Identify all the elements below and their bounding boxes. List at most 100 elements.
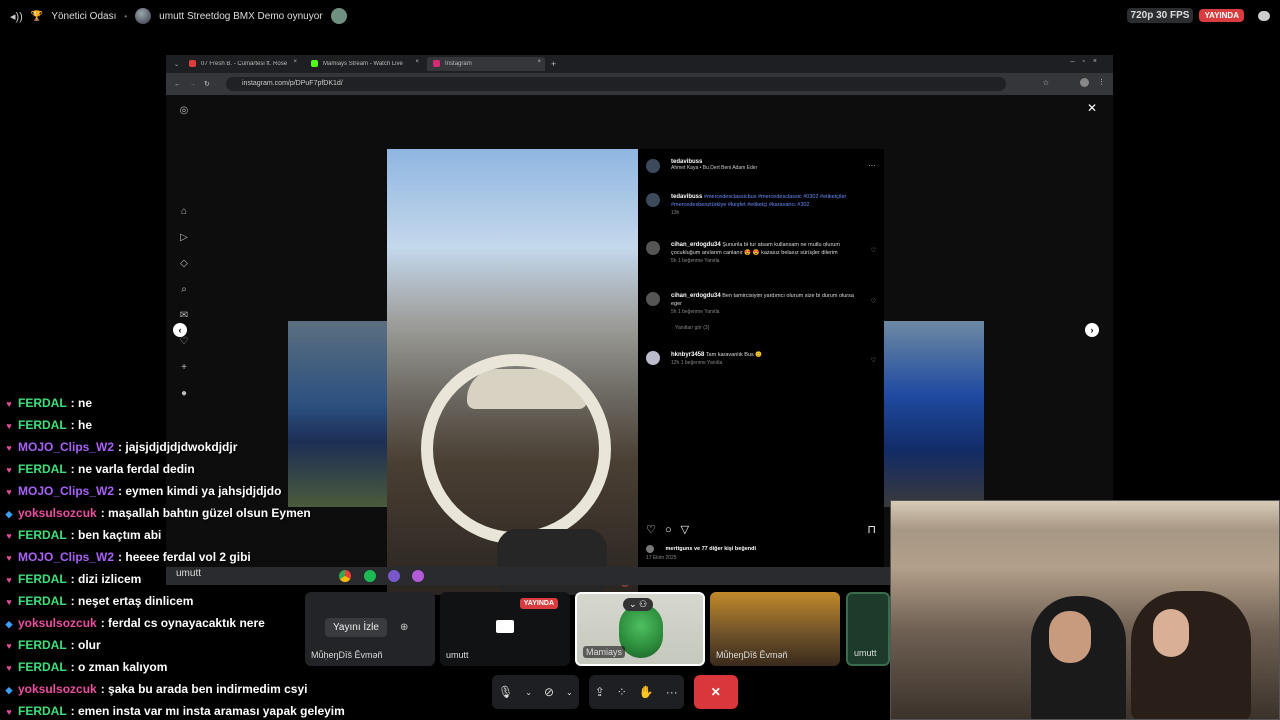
chat-username[interactable]: FERDAL: [18, 528, 67, 542]
spotify-icon: [364, 570, 376, 582]
comment-icon[interactable]: ○: [665, 524, 672, 536]
chat-message: ♥ MOJO_Clips_W2: eymen kimdi ya jahsjdjdj…: [4, 480, 344, 502]
poster-avatar[interactable]: [646, 159, 660, 173]
chat-username[interactable]: FERDAL: [18, 572, 67, 586]
app-icon: [412, 570, 424, 582]
activities-icon[interactable]: ⁘: [617, 685, 627, 699]
top-bar: ◂)) 🏆 Yönetici Odası • umutt Streetdog B…: [0, 0, 1280, 32]
forward-icon[interactable]: →: [189, 81, 196, 88]
chat-username[interactable]: FERDAL: [18, 660, 67, 674]
close-tab-icon[interactable]: ×: [538, 59, 542, 65]
commenter-avatar[interactable]: [646, 292, 660, 306]
reload-icon[interactable]: ↻: [204, 80, 210, 88]
camera-options-chevron-icon[interactable]: ⌄: [566, 688, 573, 697]
commenter-avatar[interactable]: [646, 241, 660, 255]
audio-label[interactable]: Ahmet Kaya • Bu Dert Beni Adam Eder: [671, 165, 757, 171]
avatar: [619, 604, 663, 658]
share-icon[interactable]: ▽: [681, 524, 689, 536]
new-tab-icon[interactable]: +: [551, 59, 556, 69]
participant-tile[interactable]: YAYINDA umutt: [440, 592, 570, 666]
save-icon[interactable]: ⊓: [867, 523, 876, 536]
chat-username[interactable]: yoksulsozcuk: [18, 616, 97, 630]
participant-tile[interactable]: MǖḥeŋDīš Ěvmǝñ: [710, 592, 840, 666]
chat-username[interactable]: FERDAL: [18, 396, 67, 410]
more-options-icon[interactable]: ···: [868, 161, 876, 170]
reels-icon[interactable]: ▷: [180, 232, 188, 243]
game-icon: [330, 8, 347, 24]
chat-username[interactable]: FERDAL: [18, 418, 67, 432]
microphone-icon[interactable]: 🎙: [498, 685, 513, 699]
chat-username[interactable]: FERDAL: [18, 638, 67, 652]
leave-call-button[interactable]: ✕: [693, 675, 738, 709]
soundboard-icon[interactable]: ✋: [639, 685, 654, 699]
search-icon[interactable]: ⌕: [181, 284, 187, 295]
next-post-thumbnail[interactable]: [884, 321, 984, 507]
chat-message: ♥ FERDAL: he: [4, 414, 344, 436]
chat-username[interactable]: FERDAL: [18, 594, 67, 608]
chat-bubble-icon[interactable]: [1258, 10, 1270, 21]
room-name[interactable]: Yönetici Odası: [51, 11, 116, 22]
like-icon[interactable]: ♡: [646, 524, 656, 536]
participant-tile[interactable]: umutt: [846, 592, 890, 666]
share-screen-icon[interactable]: ⇪: [595, 685, 605, 699]
next-post-arrow-icon[interactable]: ›: [1085, 323, 1099, 337]
mic-options-chevron-icon[interactable]: ⌄: [525, 688, 532, 697]
user-badge-icon: ♥: [6, 663, 12, 673]
commenter-avatar[interactable]: [646, 351, 660, 365]
chat-username[interactable]: FERDAL: [18, 462, 67, 476]
camera-off-icon[interactable]: ⊘: [544, 685, 554, 699]
like-comment-icon[interactable]: ♡: [871, 357, 876, 365]
chat-username[interactable]: MOJO_Clips_W2: [18, 484, 114, 498]
chat-username[interactable]: MOJO_Clips_W2: [18, 550, 114, 564]
close-tab-icon[interactable]: ×: [416, 59, 420, 65]
browser-tab-music[interactable]: 07 Fresh B. - Cumartesi ft. Rose ×: [183, 57, 301, 71]
bookmark-star-icon[interactable]: ☆: [1043, 79, 1049, 87]
like-comment-icon[interactable]: ♡: [871, 247, 876, 255]
comment-meta[interactable]: 5h 1 beğenme Yanıtla: [671, 308, 866, 316]
explore-icon[interactable]: ◇: [180, 258, 188, 269]
poster-avatar[interactable]: [646, 193, 660, 207]
comment-meta[interactable]: 12h 1 beğenme Yanıtla: [671, 359, 866, 367]
like-comment-icon[interactable]: ♡: [871, 298, 876, 306]
post-video[interactable]: 🔇: [387, 149, 638, 595]
url-field[interactable]: instagram.com/p/DPuF7pfDK1d/: [226, 77, 1006, 91]
chat-username[interactable]: yoksulsozcuk: [18, 682, 97, 696]
comment-meta[interactable]: 5h 1 beğenme Yanıtla: [671, 257, 866, 265]
tab-list-icon[interactable]: ⌄: [174, 61, 179, 68]
profile-icon[interactable]: [1080, 78, 1089, 87]
browser-tab-instagram[interactable]: Instagram ×: [427, 57, 546, 71]
chat-username[interactable]: MOJO_Clips_W2: [18, 440, 114, 454]
webcam-feed: [890, 500, 1280, 720]
back-icon[interactable]: ←: [174, 81, 181, 88]
create-icon[interactable]: +: [181, 362, 187, 373]
close-tab-icon[interactable]: ×: [294, 59, 298, 65]
comment-username[interactable]: cihan_erdogdu34: [671, 293, 721, 299]
chat-text: : eymen kimdi ya jahsjdjdjdo: [118, 484, 282, 498]
close-modal-icon[interactable]: ✕: [1087, 101, 1097, 115]
chat-text: : ne: [70, 396, 93, 410]
browser-tab-kick[interactable]: Mamiays Stream - Watch Live ×: [305, 57, 423, 71]
instagram-logo-icon[interactable]: ◎: [180, 105, 189, 116]
participant-tile[interactable]: ⌄ ⚇ Mamiays: [575, 592, 705, 666]
comment-username[interactable]: hknbyr3458: [671, 352, 704, 358]
tile-options-icon[interactable]: ⌄ ⚇: [623, 598, 654, 611]
caption-time: 13h: [671, 210, 680, 216]
chat-text: : olur: [70, 638, 101, 652]
chat-text: : dizi izlicem: [70, 572, 142, 586]
chat-username[interactable]: FERDAL: [18, 704, 67, 718]
join-stream-icon[interactable]: ⊕: [400, 622, 408, 633]
comment-username[interactable]: cihan_erdogdu34: [671, 242, 721, 248]
chat-username[interactable]: yoksulsozcuk: [18, 506, 97, 520]
window-controls[interactable]: –▫×: [1071, 58, 1105, 65]
caption-username[interactable]: tedavibuss: [671, 194, 702, 200]
volume-icon[interactable]: ◂)): [10, 10, 23, 23]
messages-icon[interactable]: ✉: [180, 310, 188, 321]
more-options-icon[interactable]: ···: [666, 685, 678, 699]
chat-message: ♥ FERDAL: dizi izlicem: [4, 568, 344, 590]
previous-post-arrow-icon[interactable]: ‹: [173, 323, 187, 337]
view-replies-link[interactable]: Yanıtları gör (3): [675, 324, 866, 332]
notifications-icon[interactable]: ♡: [180, 336, 189, 347]
home-icon[interactable]: ⌂: [181, 206, 187, 217]
menu-icon[interactable]: ⋮: [1098, 78, 1105, 86]
likes-count[interactable]: merttguns ve 77 diğer kişi beğendi: [666, 546, 756, 552]
